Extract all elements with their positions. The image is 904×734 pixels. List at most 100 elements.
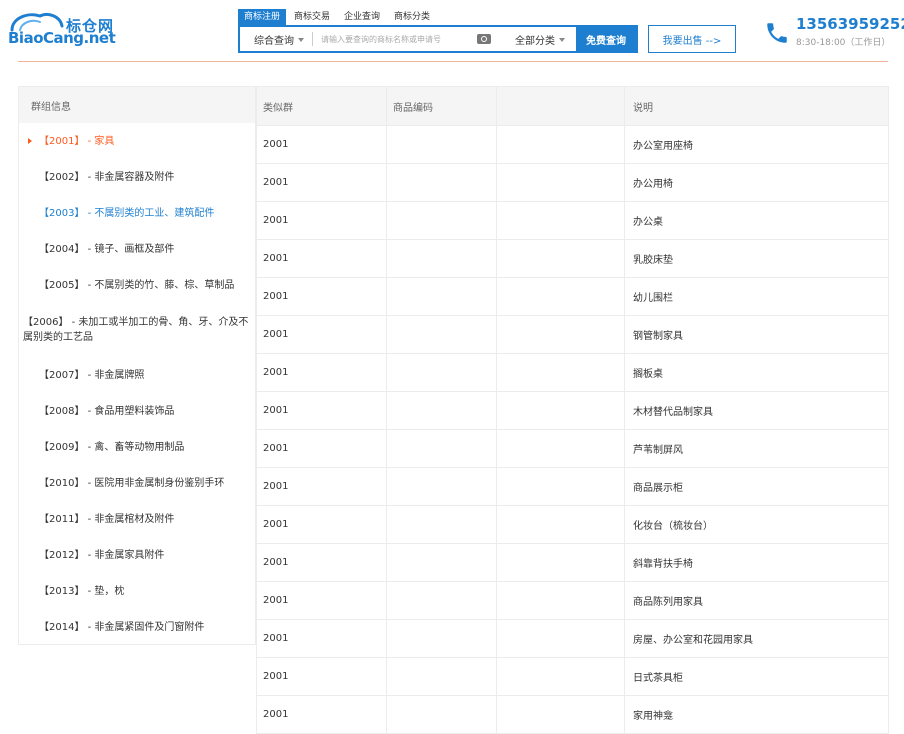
search-submit-button[interactable]: 免费查询 — [576, 27, 636, 51]
sidebar-item-label: 【2004】 - 镜子、画框及部件 — [39, 243, 175, 255]
sidebar-item-2009[interactable]: 【2009】 - 禽、畜等动物用制品 — [19, 429, 255, 465]
cell-goods-code — [386, 391, 497, 430]
sidebar-item-2007[interactable]: 【2007】 - 非金属牌照 — [19, 357, 255, 393]
tab-trademark-trading[interactable]: 商标交易 — [288, 9, 336, 25]
tab-trademark-category[interactable]: 商标分类 — [388, 9, 436, 25]
sidebar-item-2011[interactable]: 【2011】 - 非金属棺材及附件 — [19, 501, 255, 537]
sidebar-item-label: 【2010】 - 医院用非金属制身份鉴别手环 — [39, 477, 225, 489]
cell-similar-group: 2001 — [256, 277, 387, 316]
category-label: 全部分类 — [515, 35, 555, 47]
tab-trademark-registration[interactable]: 商标注册 — [238, 9, 287, 25]
cell-description: 办公桌 — [624, 201, 889, 240]
cell-description: 商品展示柜 — [624, 467, 889, 506]
cell-goods-code — [386, 429, 497, 468]
cell-description: 商品陈列用家具 — [624, 581, 889, 620]
column-header-goods-code: 商品编码 — [386, 86, 497, 126]
table-row: 2001 办公用椅 — [256, 163, 889, 202]
cell-description: 芦苇制屏风 — [624, 429, 889, 468]
sidebar-item-label: 【2002】 - 非金属容器及附件 — [39, 171, 175, 183]
chevron-down-icon — [298, 37, 304, 42]
sidebar-item-label: 【2003】 - 不属别类的工业、建筑配件 — [39, 207, 215, 219]
chevron-down-icon — [559, 37, 565, 42]
group-sidebar: 群组信息 【2001】 - 家具 【2002】 - 非金属容器及附件 【2003… — [18, 86, 256, 645]
cell-blank — [496, 695, 625, 734]
cell-similar-group: 2001 — [256, 619, 387, 658]
cell-goods-code — [386, 467, 497, 506]
logo-english-text: BiaoCang.net — [8, 29, 116, 47]
tab-company-search[interactable]: 企业查询 — [338, 9, 386, 25]
cell-goods-code — [386, 505, 497, 544]
search-tabs: 商标注册 商标交易 企业查询 商标分类 — [238, 9, 436, 25]
contact-phone: 13563959252 — [796, 15, 904, 33]
search-type-select[interactable]: 综合查询 — [240, 32, 312, 47]
cell-similar-group: 2001 — [256, 581, 387, 620]
sidebar-item-2010[interactable]: 【2010】 - 医院用非金属制身份鉴别手环 — [19, 465, 255, 501]
cell-goods-code — [386, 619, 497, 658]
table-row: 2001 商品陈列用家具 — [256, 581, 889, 620]
sell-trademark-button[interactable]: 我要出售 --> — [648, 25, 736, 53]
table-row: 2001 木材替代品制家具 — [256, 391, 889, 430]
goods-table: 类似群 商品编码 说明 2001 办公室用座椅 2001 办公用椅 2001 办公桌 200… — [256, 86, 889, 734]
sidebar-item-2014[interactable]: 【2014】 - 非金属紧固件及门窗附件 — [19, 609, 255, 645]
search-input[interactable] — [313, 33, 473, 45]
group-list: 【2001】 - 家具 【2002】 - 非金属容器及附件 【2003】 - 不… — [19, 123, 255, 645]
sidebar-header: 群组信息 — [19, 87, 255, 123]
table-row: 2001 房屋、办公室和花园用家具 — [256, 619, 889, 658]
cell-goods-code — [386, 163, 497, 202]
sidebar-item-2012[interactable]: 【2012】 - 非金属家具附件 — [19, 537, 255, 573]
sidebar-item-2006[interactable]: 【2006】 - 未加工或半加工的骨、角、牙、介及不属别类的工艺品 — [19, 303, 255, 357]
cell-description: 日式茶具柜 — [624, 657, 889, 696]
cell-similar-group: 2001 — [256, 467, 387, 506]
cell-description: 乳胶床垫 — [624, 239, 889, 278]
cell-description: 搁板桌 — [624, 353, 889, 392]
sidebar-item-label: 【2012】 - 非金属家具附件 — [39, 549, 165, 561]
cell-description: 斜靠背扶手椅 — [624, 543, 889, 582]
sidebar-item-label: 【2011】 - 非金属棺材及附件 — [39, 513, 175, 525]
cell-goods-code — [386, 201, 497, 240]
sidebar-item-2008[interactable]: 【2008】 - 食品用塑料装饰品 — [19, 393, 255, 429]
phone-icon — [767, 23, 787, 43]
cell-blank — [496, 543, 625, 582]
sidebar-item-2013[interactable]: 【2013】 - 垫，枕 — [19, 573, 255, 609]
table-header-row: 类似群 商品编码 说明 — [256, 86, 889, 126]
header-divider — [18, 61, 888, 62]
cell-goods-code — [386, 353, 497, 392]
camera-icon[interactable] — [477, 34, 491, 44]
table-row: 2001 乳胶床垫 — [256, 239, 889, 278]
cell-similar-group: 2001 — [256, 353, 387, 392]
sidebar-item-2004[interactable]: 【2004】 - 镜子、画框及部件 — [19, 231, 255, 267]
cell-blank — [496, 277, 625, 316]
cell-blank — [496, 391, 625, 430]
cell-similar-group: 2001 — [256, 695, 387, 734]
cell-goods-code — [386, 125, 497, 164]
table-row: 2001 芦苇制屏风 — [256, 429, 889, 468]
cell-blank — [496, 353, 625, 392]
cell-description: 木材替代品制家具 — [624, 391, 889, 430]
cell-blank — [496, 125, 625, 164]
cell-similar-group: 2001 — [256, 315, 387, 354]
cell-similar-group: 2001 — [256, 125, 387, 164]
cell-description: 钢管制家具 — [624, 315, 889, 354]
cell-description: 房屋、办公室和花园用家具 — [624, 619, 889, 658]
cell-goods-code — [386, 239, 497, 278]
category-select[interactable]: 全部分类 — [501, 32, 573, 47]
cell-similar-group: 2001 — [256, 201, 387, 240]
site-logo[interactable]: 标仓网 BiaoCang.net — [6, 10, 116, 50]
cell-description: 办公室用座椅 — [624, 125, 889, 164]
sidebar-item-label: 【2013】 - 垫，枕 — [39, 585, 125, 597]
sidebar-item-label: 【2009】 - 禽、畜等动物用制品 — [39, 441, 185, 453]
cell-goods-code — [386, 695, 497, 734]
cell-blank — [496, 429, 625, 468]
cell-similar-group: 2001 — [256, 429, 387, 468]
table-row: 2001 斜靠背扶手椅 — [256, 543, 889, 582]
table-row: 2001 办公室用座椅 — [256, 125, 889, 164]
column-header-similar-group: 类似群 — [256, 86, 387, 126]
cell-similar-group: 2001 — [256, 391, 387, 430]
sidebar-item-2003[interactable]: 【2003】 - 不属别类的工业、建筑配件 — [19, 195, 255, 231]
sidebar-item-2002[interactable]: 【2002】 - 非金属容器及附件 — [19, 159, 255, 195]
table-body: 2001 办公室用座椅 2001 办公用椅 2001 办公桌 2001 乳胶床垫 2001 幼儿围… — [256, 125, 889, 734]
sidebar-item-2005[interactable]: 【2005】 - 不属别类的竹、藤、棕、草制品 — [19, 267, 255, 303]
sidebar-item-label: 【2007】 - 非金属牌照 — [39, 369, 145, 381]
column-header-description: 说明 — [624, 86, 889, 126]
sidebar-item-2001[interactable]: 【2001】 - 家具 — [19, 123, 255, 159]
